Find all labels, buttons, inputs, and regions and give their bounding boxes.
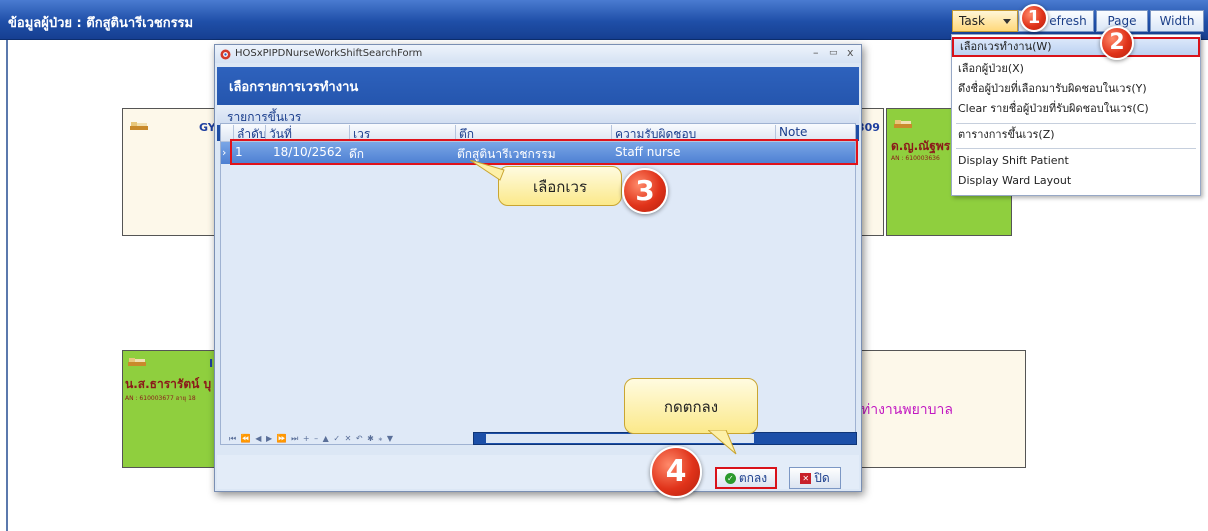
refresh-button-label: efresh bbox=[1049, 14, 1087, 28]
menu-item-select-shift[interactable]: เลือกเวรทำงาน(W) bbox=[952, 37, 1200, 57]
row-highlight-frame bbox=[230, 139, 858, 165]
width-button[interactable]: Width bbox=[1150, 10, 1204, 32]
task-button-label: Task bbox=[959, 14, 985, 28]
step-badge-2: 2 bbox=[1100, 26, 1134, 60]
menu-item-pull-patients[interactable]: ดึงชื่อผู้ป่วยที่เลือกมารับผิดชอบในเวร(Y… bbox=[952, 79, 1200, 99]
bed-icon bbox=[128, 358, 146, 366]
menu-item-clear-patients[interactable]: Clear รายชื่อผู้ป่วยที่รับผิดชอบในเวร(C) bbox=[952, 99, 1200, 119]
width-button-label: Width bbox=[1159, 14, 1195, 28]
ok-button-label: ตกลง bbox=[738, 471, 768, 485]
window-title: ข้อมูลผู้ป่วย : ตึกสูตินารีเวชกรรม bbox=[8, 16, 194, 31]
ok-button[interactable]: ✓ ตกลง bbox=[715, 467, 777, 489]
dialog-window-title: HOSxPIPDNurseWorkShiftSearchForm bbox=[235, 48, 423, 59]
step-badge-1: 1 bbox=[1020, 4, 1048, 32]
menu-separator bbox=[956, 123, 1196, 124]
bed-card-top-left[interactable]: GY bbox=[122, 108, 216, 236]
bed-card-top-mid[interactable]: 309 bbox=[857, 108, 884, 236]
menu-separator bbox=[956, 148, 1196, 149]
close-x-icon: ✕ bbox=[800, 473, 812, 484]
minimize-icon[interactable]: – bbox=[813, 46, 819, 59]
callout-pointer bbox=[708, 430, 737, 455]
left-border bbox=[6, 40, 8, 531]
dropdown-arrow-icon bbox=[1003, 19, 1011, 24]
check-icon: ✓ bbox=[724, 473, 736, 484]
menu-item-display-ward-layout[interactable]: Display Ward Layout bbox=[952, 171, 1200, 191]
bed-icon bbox=[130, 122, 148, 130]
section-bar: รายการขึ้นเวร bbox=[217, 105, 859, 125]
callout-select-shift: เลือกเวร bbox=[498, 166, 622, 206]
dialog-button-bar: ✓ ตกลง ✕ ปิด bbox=[217, 455, 859, 489]
callout-press-ok-text: กดตกลง bbox=[663, 398, 719, 416]
bed-card-bottom-right[interactable]: ท่างานพยาบาล bbox=[860, 350, 1026, 468]
menu-item-display-shift-patient[interactable]: Display Shift Patient bbox=[952, 151, 1200, 171]
record-navigator[interactable]: ⏮ ⏪ ◀ ▶ ⏩ ⏭ + – ▲ ✓ ✕ ↶ ✱ ⁎ ▼ bbox=[229, 434, 394, 444]
menu-item-select-patient[interactable]: เลือกผู้ป่วย(X) bbox=[952, 59, 1200, 79]
callout-pointer bbox=[470, 160, 505, 181]
dialog-heading: เลือกรายการเวรทำงาน bbox=[229, 80, 359, 95]
close-icon[interactable]: x bbox=[847, 46, 854, 59]
patient-an: AN : 610003636 bbox=[891, 155, 940, 162]
card-text: ท่างานพยาบาล bbox=[861, 402, 953, 418]
app-logo-icon bbox=[220, 49, 231, 60]
maximize-icon[interactable]: ▭ bbox=[829, 48, 838, 58]
step-badge-4: 4 bbox=[650, 446, 702, 498]
patient-name: น.ส.ธารารัตน์ บุ bbox=[125, 377, 212, 391]
step-badge-3: 3 bbox=[622, 168, 668, 214]
screen: ข้อมูลผู้ป่วย : ตึกสูตินารีเวชกรรม Task … bbox=[0, 0, 1208, 531]
close-button[interactable]: ✕ ปิด bbox=[789, 467, 841, 489]
row-indicator-icon: › bbox=[222, 146, 227, 159]
callout-select-shift-text: เลือกเวร bbox=[532, 178, 588, 196]
patient-an: AN : 610003677 อายุ 18 bbox=[125, 395, 196, 402]
close-button-label: ปิด bbox=[814, 471, 830, 485]
task-menu-button[interactable]: Task bbox=[952, 10, 1018, 32]
patient-name: ด.ญ.ณัฐพร bbox=[891, 139, 951, 153]
menu-item-shift-schedule[interactable]: ตารางการขึ้นเวร(Z) bbox=[952, 125, 1200, 145]
card-partial-text: I bbox=[209, 357, 214, 370]
shift-search-dialog: HOSxPIPDNurseWorkShiftSearchForm – ▭ x เ… bbox=[214, 44, 862, 492]
dialog-titlebar: HOSxPIPDNurseWorkShiftSearchForm – ▭ x bbox=[215, 45, 861, 63]
callout-press-ok: กดตกลง bbox=[624, 378, 758, 434]
bed-icon bbox=[894, 120, 912, 128]
task-dropdown-menu: เลือกเวรทำงาน(W) เลือกผู้ป่วย(X) ดึงชื่อ… bbox=[951, 34, 1201, 196]
bed-card-bottom-left[interactable]: I น.ส.ธารารัตน์ บุ AN : 610003677 อายุ 1… bbox=[122, 350, 216, 468]
